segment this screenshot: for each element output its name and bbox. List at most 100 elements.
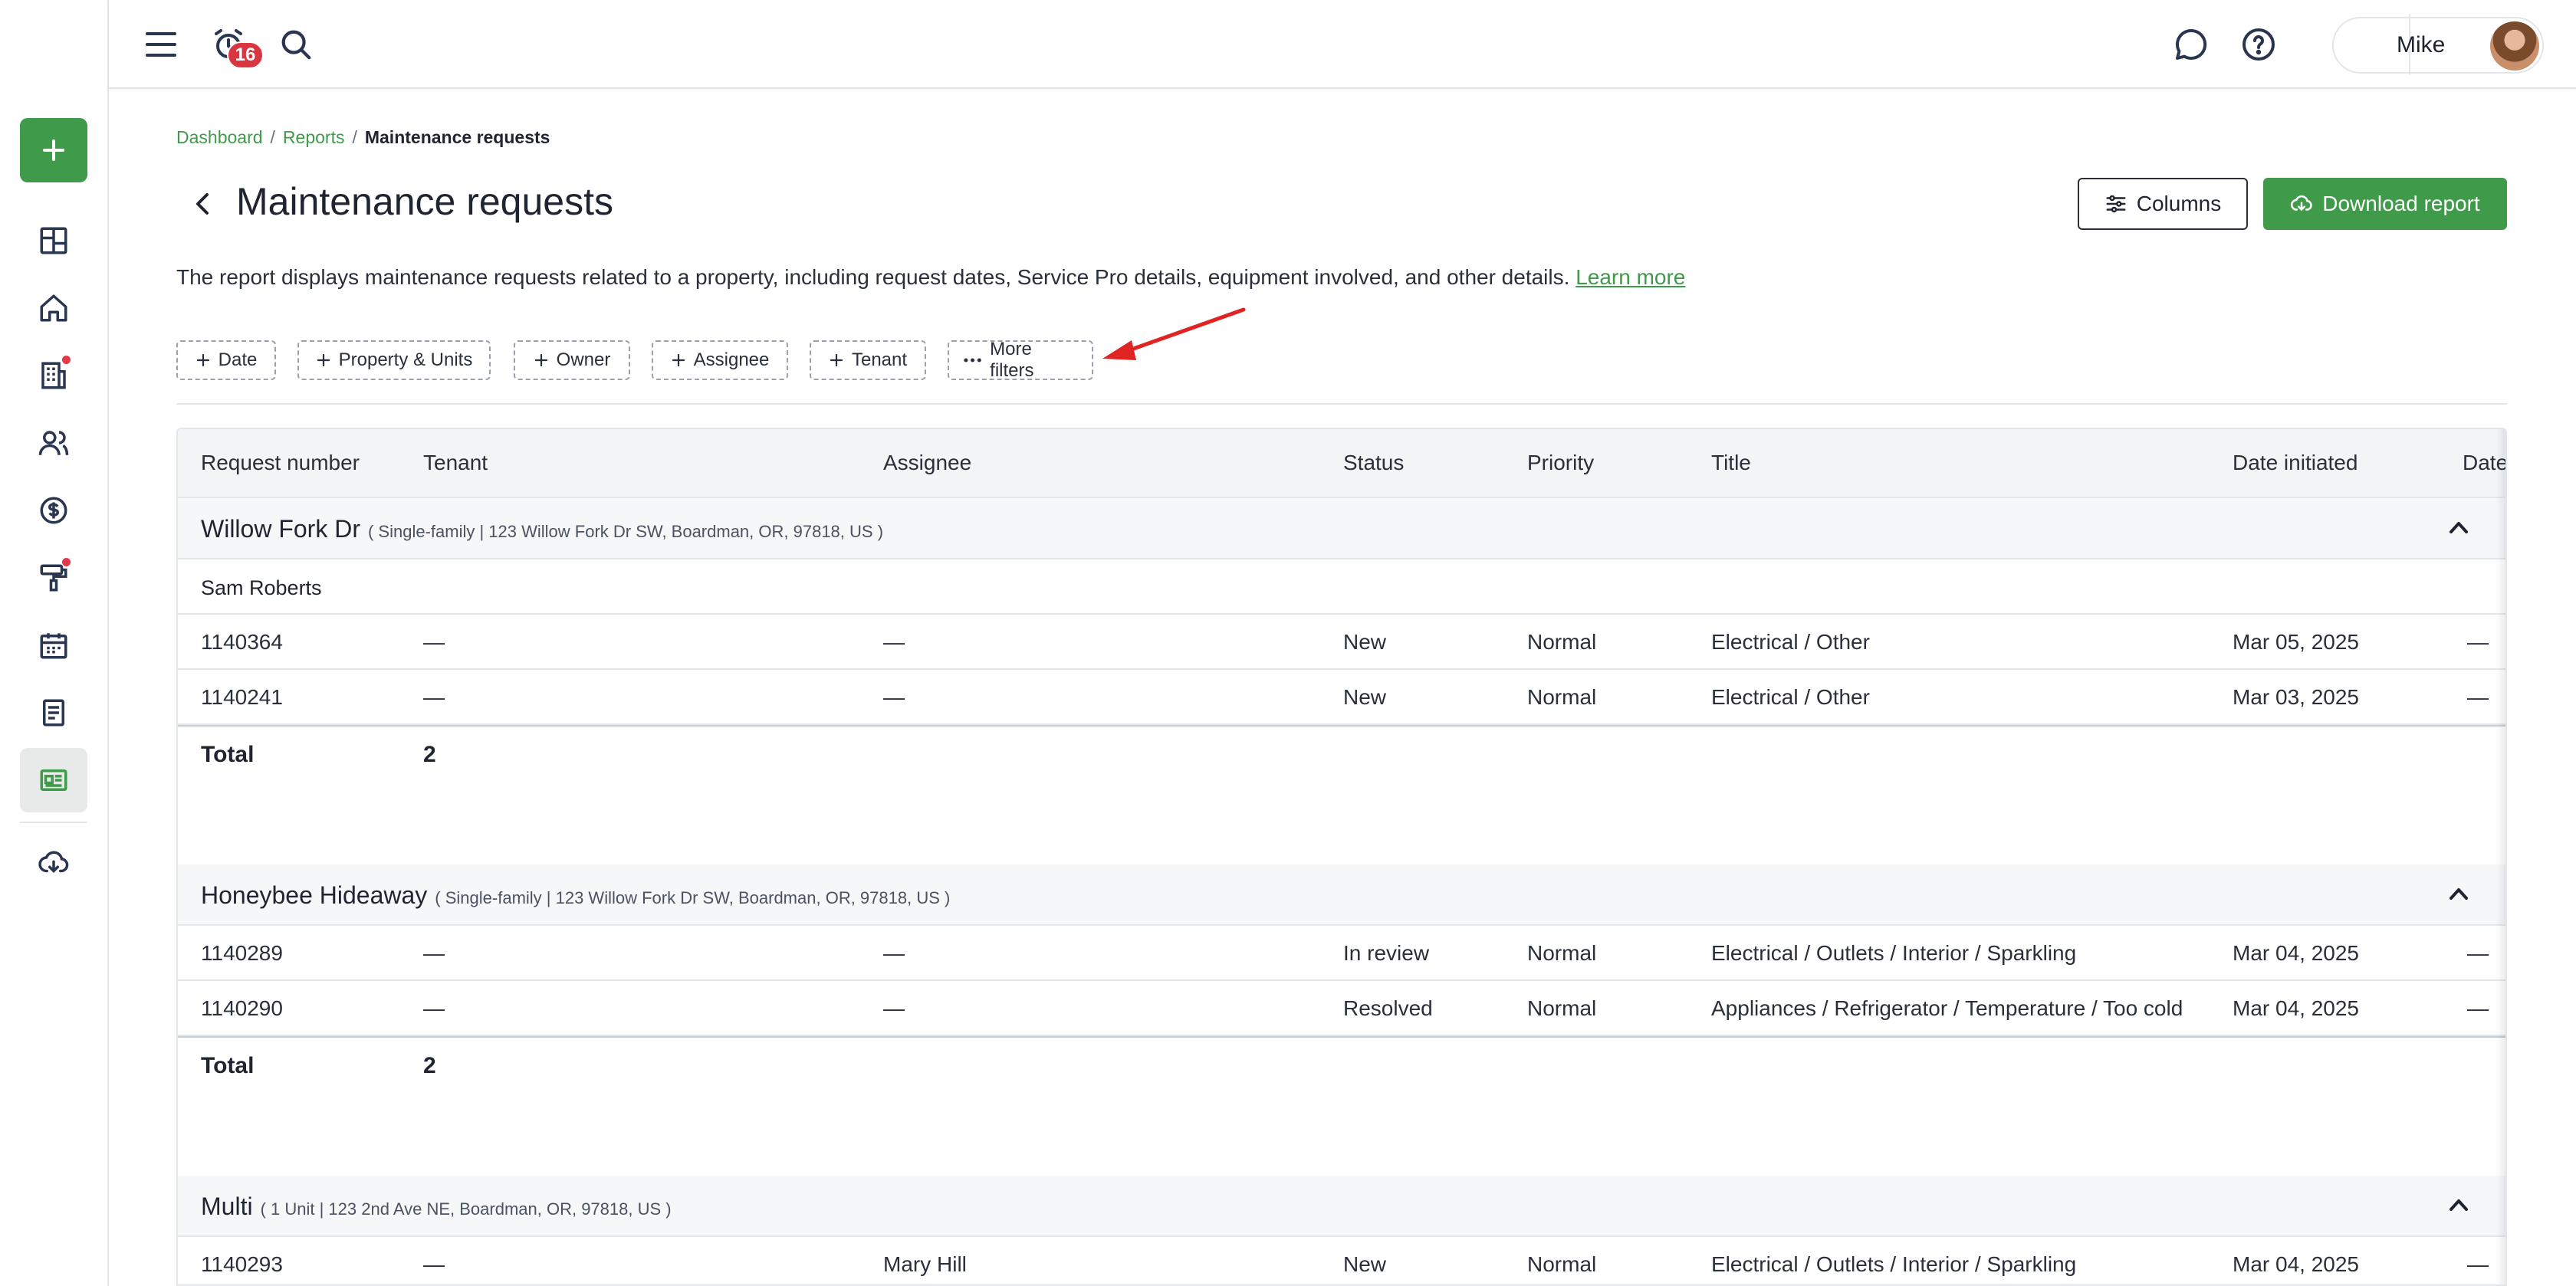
cell-tenant: — [423,996,445,1020]
column-header-title[interactable]: Title [1711,451,1751,475]
chevron-left-icon [196,193,209,215]
sidebar-item-documents[interactable] [20,681,87,745]
cell-request-number: 1140364 [201,630,283,654]
more-filters-button[interactable]: More filters [948,339,1093,381]
breadcrumb-reports[interactable]: Reports [283,127,345,147]
cell-title: Electrical / Other [1711,630,1870,654]
sliders-icon [2106,195,2126,213]
back-button[interactable] [189,185,216,222]
cell-date: — [2467,996,2489,1020]
sidebar-item-dashboard[interactable] [20,208,87,273]
group-detail: ( 1 Unit | 123 2nd Ave NE, Boardman, OR,… [260,1199,672,1219]
messages-button[interactable] [2170,23,2213,66]
report-table: Request number Tenant Assignee Status Pr… [176,428,2507,1286]
column-header-date-initiated[interactable]: Date initiated [2233,451,2358,475]
group-title: Multi [201,1193,253,1220]
alert-dot [62,356,71,364]
search-button[interactable] [274,23,317,66]
plus-icon [672,353,685,367]
cell-title: Electrical / Other [1711,685,1870,709]
table-row[interactable]: 1140241 — — New Normal Electrical / Othe… [178,670,2505,725]
filter-date[interactable]: Date [176,340,276,380]
sidebar-item-calendar[interactable] [20,613,87,677]
hamburger-icon [146,32,176,57]
sidebar-item-downloads[interactable] [20,831,87,895]
cell-date: — [2467,685,2489,709]
filter-tenant[interactable]: Tenant [810,340,926,380]
group-row[interactable]: Honeybee Hideaway ( Single-family | 123 W… [178,864,2505,926]
sidebar-divider [20,822,87,823]
user-menu[interactable]: Mike [2332,17,2544,74]
cell-request-number: 1140289 [201,941,283,965]
filter-label: Assignee [693,349,770,370]
column-header-request-number[interactable]: Request number [201,451,360,475]
cell-request-number: 1140290 [201,996,283,1020]
chevron-up-icon[interactable] [2447,884,2470,903]
table-row[interactable]: 1140289 — — In review Normal Electrical … [178,926,2505,981]
cell-title: Electrical / Outlets / Interior / Sparkl… [1711,1252,2077,1276]
column-header-tenant[interactable]: Tenant [423,451,488,475]
chevron-up-icon[interactable] [2447,1196,2470,1214]
cell-date-initiated: Mar 05, 2025 [2233,630,2359,654]
chat-bubble-icon [2176,28,2207,60]
group-name: Multi ( 1 Unit | 123 2nd Ave NE, Boardman… [201,1193,672,1221]
group-row[interactable]: Multi ( 1 Unit | 123 2nd Ave NE, Boardman… [178,1176,2505,1237]
plus-icon [317,353,330,367]
group-detail: ( Single-family | 123 Willow Fork Dr SW,… [435,888,951,907]
more-dots-icon [964,358,981,363]
cell-priority: Normal [1527,630,1597,654]
sidebar-item-people[interactable] [20,411,87,475]
menu-button[interactable] [140,23,182,66]
group-row[interactable]: Willow Fork Dr ( Single-family | 123 Will… [178,498,2505,559]
alert-dot [62,558,71,566]
cell-status: New [1343,685,1387,709]
breadcrumb-dashboard[interactable]: Dashboard [176,127,263,147]
cell-date-initiated: Mar 04, 2025 [2233,1252,2359,1276]
cell-priority: Normal [1527,1252,1597,1276]
column-header-assignee[interactable]: Assignee [883,451,971,475]
search-icon [281,30,311,60]
page-description: The report displays maintenance requests… [176,265,1685,290]
column-header-status[interactable]: Status [1343,451,1404,475]
filter-owner[interactable]: Owner [514,340,630,380]
tenant-subheader: Sam Roberts [178,559,2505,615]
filter-assignee[interactable]: Assignee [652,340,788,380]
annotation-arrow [1102,307,1246,360]
plus-icon [196,353,209,367]
table-row[interactable]: 1140290 — — Resolved Normal Appliances /… [178,981,2505,1036]
sidebar-item-maintenance[interactable] [20,546,87,610]
user-name: Mike [2397,32,2446,57]
top-bar: 16 Mike [109,0,2576,89]
cell-priority: Normal [1527,685,1597,709]
column-header-priority[interactable]: Priority [1527,451,1594,475]
cell-request-number: 1140293 [201,1252,283,1276]
download-report-button[interactable]: Download report [2263,178,2507,230]
dollar-circle-icon [40,497,67,524]
filter-label: Date [218,349,258,370]
add-button[interactable] [20,118,87,182]
columns-button[interactable]: Columns [2078,178,2248,230]
sidebar-item-leasing[interactable] [20,343,87,408]
sidebar-item-reports[interactable] [20,748,87,812]
cell-date-initiated: Mar 04, 2025 [2233,941,2359,965]
total-value: 2 [423,742,436,767]
cell-status: New [1343,1252,1387,1276]
cell-status: New [1343,630,1387,654]
cell-date: — [2467,1252,2489,1276]
filters-divider [176,403,2507,405]
page-title: Maintenance requests [236,180,613,223]
cloud-download-icon [2291,195,2313,212]
chevron-up-icon[interactable] [2447,518,2470,536]
table-row[interactable]: 1140293 — Mary Hill New Normal Electrica… [178,1237,2505,1284]
cloud-download-icon [38,851,69,873]
dashboard-icon [40,227,67,254]
sidebar [0,0,109,1286]
table-row[interactable]: 1140364 — — New Normal Electrical / Othe… [178,615,2505,670]
help-button[interactable] [2237,23,2280,66]
breadcrumb-separator: / [352,127,357,147]
sidebar-item-properties[interactable] [20,276,87,340]
document-icon [43,699,64,727]
sidebar-item-accounting[interactable] [20,478,87,543]
filter-property-units[interactable]: Property & Units [297,340,491,380]
learn-more-link[interactable]: Learn more [1576,265,1685,289]
